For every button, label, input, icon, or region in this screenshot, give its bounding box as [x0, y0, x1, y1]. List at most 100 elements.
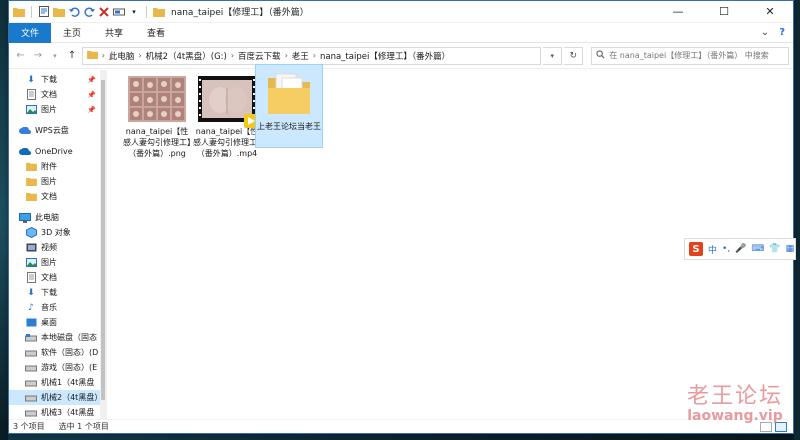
- search-input[interactable]: [609, 51, 784, 60]
- ime-mode-toggle[interactable]: 中: [708, 243, 717, 256]
- keyboard-icon[interactable]: ⌨: [751, 244, 764, 254]
- search-icon: [596, 49, 605, 62]
- folder-icon: [25, 191, 37, 202]
- sidebar-item-label: WPS云盘: [35, 126, 69, 135]
- sidebar-item-pictures[interactable]: 图片: [9, 255, 106, 270]
- breadcrumb-drive[interactable]: 机械2（4t黑盘）(G:): [146, 50, 227, 62]
- chevron-right-icon[interactable]: ›: [231, 51, 234, 60]
- explorer-body: ⬇ 下载 📌 文档 📌 图片 📌 WPS云盘 OneDrive 附件 图片 文档…: [9, 64, 793, 419]
- sidebar-item-documents[interactable]: 文档: [9, 270, 106, 285]
- sidebar-item-downloads[interactable]: ⬇ 下载: [9, 285, 106, 300]
- back-arrow-icon[interactable]: ←: [13, 47, 28, 65]
- desktop-background-right: [794, 0, 800, 440]
- toolbox-icon[interactable]: ▦: [786, 244, 795, 254]
- sidebar-item-documents-pinned[interactable]: 文档 📌: [9, 87, 106, 102]
- maximize-button[interactable]: ☐: [701, 1, 747, 23]
- microphone-icon[interactable]: 🎤: [735, 244, 746, 254]
- sidebar-item-drive-e[interactable]: 游戏（固态）(E: [9, 360, 106, 375]
- punctuation-icon[interactable]: •,: [722, 244, 730, 254]
- breadcrumb-laowang[interactable]: 老王: [292, 50, 309, 62]
- new-folder-icon[interactable]: [53, 6, 65, 18]
- forward-arrow-icon[interactable]: →: [30, 47, 45, 65]
- customize-toolbar-chevron-down-icon[interactable]: ▾: [128, 6, 140, 18]
- sidebar-item-label: 图片: [41, 177, 57, 186]
- tab-share[interactable]: 共享: [93, 23, 135, 43]
- rename-icon[interactable]: [113, 6, 125, 18]
- onedrive-icon: [19, 146, 31, 157]
- large-icons-view-icon[interactable]: [775, 421, 787, 432]
- folder-item-laowang[interactable]: 上老王论坛当老王: [255, 64, 323, 148]
- window-title: nana_taipei【修理工】（番外篇）: [171, 8, 309, 18]
- sidebar-item-label: 机械1（4t黑盘: [41, 378, 95, 387]
- up-arrow-icon[interactable]: ↑: [65, 47, 80, 65]
- sidebar-item-label: 文档: [41, 192, 57, 201]
- chevron-right-icon[interactable]: ›: [285, 51, 288, 60]
- close-button[interactable]: ✕: [747, 1, 793, 23]
- redo-icon[interactable]: [83, 6, 95, 18]
- sidebar-item-music[interactable]: ♪ 音乐: [9, 300, 106, 315]
- sidebar-item-onedrive-documents[interactable]: 文档: [9, 189, 106, 204]
- sidebar-item-3d-objects[interactable]: 3D 对象: [9, 225, 106, 240]
- sidebar-item-label: 下载: [41, 75, 57, 84]
- sogou-logo-icon[interactable]: S: [689, 242, 703, 256]
- sidebar-item-drive-g[interactable]: 机械2（4t黑盘）: [9, 390, 106, 405]
- sidebar-item-drive-c[interactable]: 本地磁盘（固态: [9, 330, 106, 345]
- sidebar-item-onedrive[interactable]: OneDrive: [9, 144, 106, 159]
- minimize-button[interactable]: —: [655, 1, 701, 23]
- pin-icon: 📌: [87, 105, 96, 114]
- chevron-right-icon[interactable]: ›: [138, 51, 141, 60]
- tab-view[interactable]: 查看: [135, 23, 177, 43]
- help-icon[interactable]: ?: [779, 27, 785, 38]
- video-thumbnail: [198, 76, 258, 128]
- sidebar-item-wps-cloud[interactable]: WPS云盘: [9, 123, 106, 138]
- tab-file[interactable]: 文件: [9, 22, 52, 43]
- sidebar-item-label: OneDrive: [35, 147, 73, 156]
- details-view-icon[interactable]: [760, 421, 772, 432]
- chevron-right-icon[interactable]: ›: [102, 51, 105, 60]
- drive-icon: [25, 392, 37, 403]
- sidebar-item-pictures-pinned[interactable]: 图片 📌: [9, 102, 106, 117]
- sidebar-item-label: 机械3（4t黑盘: [41, 408, 95, 417]
- sidebar-item-label: 文档: [41, 90, 57, 99]
- toolbar-divider: [31, 5, 32, 18]
- download-icon: ⬇: [27, 74, 35, 85]
- drive-icon: [25, 347, 37, 358]
- undo-icon[interactable]: [68, 6, 80, 18]
- sidebar-scrollbar[interactable]: [100, 70, 106, 419]
- chevron-right-icon[interactable]: ›: [313, 51, 316, 60]
- search-box[interactable]: [591, 46, 789, 65]
- breadcrumb-baidu-download[interactable]: 百度云下载: [238, 50, 281, 62]
- address-bar[interactable]: › 此电脑 › 机械2（4t黑盘）(G:) › 百度云下载 › 老王 › nan…: [81, 46, 542, 65]
- ribbon-controls: ⌄ ?: [761, 27, 793, 38]
- sidebar-item-label: 下载: [41, 288, 57, 297]
- picture-icon: [25, 257, 37, 268]
- breadcrumb-current-folder[interactable]: nana_taipei【修理工】（番外篇）: [320, 50, 450, 62]
- sidebar-item-videos[interactable]: 视频: [9, 240, 106, 255]
- delete-icon[interactable]: [98, 6, 110, 18]
- sidebar-scrollbar-thumb[interactable]: [101, 80, 105, 400]
- sidebar-item-attachments[interactable]: 附件: [9, 159, 106, 174]
- recent-locations-chevron-down-icon[interactable]: ▾: [47, 47, 62, 65]
- file-item-png[interactable]: nana_taipei【性感人妻勾引修理工】（番外篇）.png: [123, 76, 191, 159]
- file-item-mp4[interactable]: nana_taipei【性感人妻勾引修理工】（番外篇）.mp4: [193, 76, 261, 159]
- sidebar-item-drive-h[interactable]: 机械3（4t黑盘: [9, 405, 106, 419]
- breadcrumb-this-pc[interactable]: 此电脑: [109, 50, 135, 62]
- refresh-icon[interactable]: ↻: [564, 46, 584, 65]
- navigation-bar: ← → ▾ ↑ › 此电脑 › 机械2（4t黑盘）(G:) › 百度云下载 › …: [9, 43, 793, 69]
- tab-home[interactable]: 主页: [51, 23, 93, 43]
- drive-icon: [25, 377, 37, 388]
- address-history-chevron-down-icon[interactable]: ▾: [543, 46, 563, 65]
- sidebar-item-downloads-pinned[interactable]: ⬇ 下载 📌: [9, 72, 106, 87]
- download-icon: ⬇: [27, 287, 35, 298]
- sidebar-item-desktop[interactable]: 桌面: [9, 315, 106, 330]
- skin-icon[interactable]: 👕: [769, 244, 780, 254]
- sidebar-item-onedrive-pictures[interactable]: 图片: [9, 174, 106, 189]
- sidebar-item-drive-f[interactable]: 机械1（4t黑盘: [9, 375, 106, 390]
- computer-icon: [19, 212, 31, 223]
- sidebar-item-this-pc[interactable]: 此电脑: [9, 210, 106, 225]
- file-name: nana_taipei【性感人妻勾引修理工】（番外篇）.png: [123, 127, 191, 158]
- properties-icon[interactable]: [38, 6, 50, 18]
- folder-icon: [86, 49, 98, 62]
- sidebar-item-drive-d[interactable]: 软件（固态）(D: [9, 345, 106, 360]
- expand-ribbon-chevron-down-icon[interactable]: ⌄: [761, 27, 769, 38]
